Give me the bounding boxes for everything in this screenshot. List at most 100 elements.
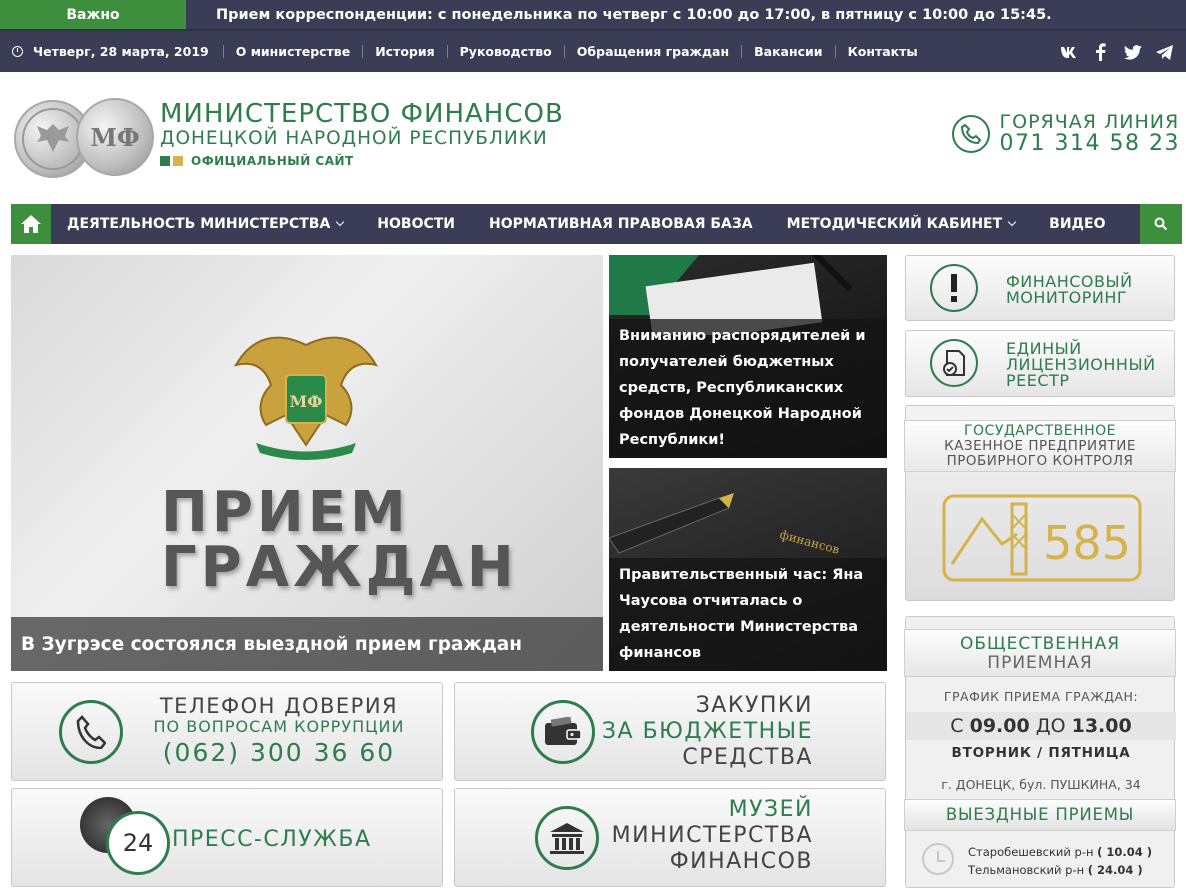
procurement-banner[interactable]: ЗАКУПКИ ЗА БЮДЖЕТНЫЕ СРЕДСТВА bbox=[454, 682, 886, 781]
wallet-icon bbox=[531, 700, 595, 764]
chevron-down-icon bbox=[1007, 217, 1017, 227]
schedule-hours: С 09.00 ДО 13.00 bbox=[906, 712, 1176, 740]
nav-methodology[interactable]: МЕТОДИЧЕСКИЙ КАБИНЕТ bbox=[770, 216, 1033, 232]
nav-methodology-label: МЕТОДИЧЕСКИЙ КАБИНЕТ bbox=[786, 216, 1003, 232]
monitoring-line-2: МОНИТОРИНГ bbox=[1006, 288, 1128, 307]
chevron-down-icon bbox=[336, 217, 345, 227]
news-card-2[interactable]: финансов Правительственный час: Яна Чаус… bbox=[609, 468, 887, 671]
mf-coin: МФ bbox=[76, 98, 154, 176]
top-bar: Четверг, 28 марта, 2019 О министерстве И… bbox=[0, 29, 1186, 72]
news-card-1[interactable]: Вниманию распорядителей и получателей бю… bbox=[609, 255, 887, 458]
reception-title-2: ПРИЕМНАЯ bbox=[987, 653, 1093, 673]
hero-slide[interactable]: МФ ПРИЕМ ГРАЖДАН В Зугрэсе состоялся вые… bbox=[11, 255, 603, 671]
nav-activities[interactable]: ДЕЯТЕЛЬНОСТЬ МИНИСТЕРСТВА bbox=[51, 216, 360, 232]
field-district: Тельмановский р-н bbox=[968, 863, 1085, 877]
museum-line-1: МУЗЕЙ bbox=[728, 797, 813, 822]
museum-line-3: ФИНАНСОВ bbox=[669, 849, 813, 874]
trust-line-2: ПО ВОПРОСАМ КОРРУПЦИИ bbox=[153, 717, 405, 736]
schedule-start: 09.00 bbox=[969, 715, 1030, 737]
field-reception-list: Старобешевский р-н ( 10.04 ) Тельмановск… bbox=[968, 843, 1152, 879]
trust-phone[interactable]: (062) 300 36 60 bbox=[134, 737, 424, 769]
svg-text:финансов: финансов bbox=[778, 527, 841, 556]
schedule-from: С bbox=[950, 715, 964, 737]
procurement-line-2: ЗА БЮДЖЕТНЫЕ bbox=[601, 719, 813, 744]
procurement-line-1: ЗАКУПКИ bbox=[695, 693, 813, 718]
field-date: ( 10.04 ) bbox=[1097, 845, 1153, 859]
top-nav-history[interactable]: История bbox=[362, 45, 446, 58]
ministry-title: МИНИСТЕРСТВО ФИНАНСОВ bbox=[160, 99, 564, 129]
field-date: ( 24.04 ) bbox=[1087, 863, 1143, 877]
field-district: Старобешевский р-н bbox=[968, 845, 1094, 859]
schedule-to: ДО bbox=[1035, 715, 1066, 737]
ticker-text[interactable]: Прием корреспонденции: с понедельника по… bbox=[186, 7, 1052, 23]
home-icon bbox=[21, 215, 41, 233]
home-button[interactable] bbox=[11, 204, 51, 244]
nav-activities-label: ДЕЯТЕЛЬНОСТЬ МИНИСТЕРСТВА bbox=[67, 216, 331, 232]
news-card-2-caption: Правительственный час: Яна Чаусова отчит… bbox=[609, 558, 887, 671]
clock-icon bbox=[12, 46, 23, 57]
hotline-number[interactable]: 071 314 58 23 bbox=[1000, 132, 1180, 156]
top-nav-leadership[interactable]: Руководство bbox=[446, 45, 564, 58]
schedule-end: 13.00 bbox=[1071, 715, 1132, 737]
vk-icon[interactable] bbox=[1060, 43, 1078, 61]
top-nav-appeals[interactable]: Обращения граждан bbox=[563, 45, 741, 58]
assay-control-banner[interactable]: ГОСУДАРСТВЕННОЕ КАЗЕННОЕ ПРЕДПРИЯТИЕ ПРО… bbox=[904, 405, 1176, 601]
assay-585-logo-icon: 585 bbox=[942, 494, 1142, 582]
search-icon bbox=[1154, 217, 1168, 231]
top-nav-contacts[interactable]: Контакты bbox=[834, 45, 930, 58]
alert-icon bbox=[930, 264, 978, 312]
phone-icon bbox=[59, 700, 123, 764]
license-registry-banner[interactable]: ЕДИНЫЙ ЛИЦЕНЗИОННЫЙ РЕЕСТР bbox=[905, 330, 1175, 397]
document-check-icon bbox=[930, 339, 978, 387]
registry-line-3: РЕЕСТР bbox=[1006, 371, 1070, 390]
press-service-banner[interactable]: 24 ПРЕСС-СЛУЖБА bbox=[11, 788, 443, 887]
current-date: Четверг, 28 марта, 2019 bbox=[0, 44, 209, 59]
search-button[interactable] bbox=[1140, 204, 1182, 244]
nav-legal-base[interactable]: НОРМАТИВНАЯ ПРАВОВАЯ БАЗА bbox=[472, 216, 770, 232]
brand-block: МИНИСТЕРСТВО ФИНАНСОВ ДОНЕЦКОЙ НАРОДНОЙ … bbox=[160, 100, 564, 168]
site-header: МФ МИНИСТЕРСТВО ФИНАНСОВ ДОНЕЦКОЙ НАРОДН… bbox=[0, 72, 1186, 204]
trust-line-1: ТЕЛЕФОН ДОВЕРИЯ bbox=[159, 694, 399, 718]
reception-address: г. ДОНЕЦК, бул. ПУШКИНА, 34 bbox=[941, 777, 1141, 792]
museum-banner[interactable]: МУЗЕЙ МИНИСТЕРСТВА ФИНАНСОВ bbox=[454, 788, 886, 887]
field-item[interactable]: Тельмановский р-н ( 24.04 ) bbox=[968, 861, 1152, 879]
procurement-line-3: СРЕДСТВА bbox=[682, 745, 813, 770]
museum-building-icon bbox=[535, 806, 599, 870]
facebook-icon[interactable] bbox=[1092, 43, 1110, 61]
important-ticker: Важно Прием корреспонденции: с понедельн… bbox=[0, 0, 1186, 29]
assay-line-2: КАЗЕННОЕ ПРЕДПРИЯТИЕ bbox=[944, 438, 1136, 454]
nav-video[interactable]: ВИДЕО bbox=[1032, 216, 1122, 232]
press-24-badge: 24 bbox=[106, 811, 170, 875]
social-links bbox=[1060, 43, 1174, 61]
press-service-label: ПРЕСС-СЛУЖБА bbox=[172, 827, 372, 852]
official-site-label: ОФИЦИАЛЬНЫЙ САЙТ bbox=[191, 154, 354, 168]
twitter-icon[interactable] bbox=[1124, 43, 1142, 61]
hero-caption[interactable]: В Зугрэсе состоялся выездной прием гражд… bbox=[11, 617, 603, 671]
official-site-tag: ОФИЦИАЛЬНЫЙ САЙТ bbox=[160, 154, 564, 168]
ministry-logo[interactable]: МФ bbox=[14, 98, 154, 178]
schedule-days: ВТОРНИК / ПЯТНИЦА bbox=[951, 745, 1131, 761]
assay-line-1: ГОСУДАРСТВЕННОЕ bbox=[963, 423, 1117, 439]
gold-square-icon bbox=[173, 156, 183, 166]
trust-phone-banner[interactable]: ТЕЛЕФОН ДОВЕРИЯ ПО ВОПРОСАМ КОРРУПЦИИ (0… bbox=[11, 682, 443, 781]
svg-text:МФ: МФ bbox=[290, 392, 323, 411]
top-nav-vacancies[interactable]: Вакансии bbox=[741, 45, 834, 58]
hotline[interactable]: ГОРЯЧАЯ ЛИНИЯ 071 314 58 23 bbox=[951, 111, 1180, 156]
hotline-label: ГОРЯЧАЯ ЛИНИЯ bbox=[999, 111, 1180, 133]
financial-monitoring-banner[interactable]: ФИНАНСОВЫЙ МОНИТОРИНГ bbox=[905, 255, 1175, 321]
field-item[interactable]: Старобешевский р-н ( 10.04 ) bbox=[968, 843, 1152, 861]
museum-line-2: МИНИСТЕРСТВА bbox=[611, 823, 813, 848]
field-reception-title: ВЫЕЗДНЫЕ ПРИЕМЫ bbox=[904, 799, 1176, 831]
main-nav: ДЕЯТЕЛЬНОСТЬ МИНИСТЕРСТВА НОВОСТИ НОРМАТ… bbox=[11, 204, 1182, 244]
pen-photo: финансов bbox=[609, 493, 841, 557]
telegram-icon[interactable] bbox=[1156, 43, 1174, 61]
top-nav-about[interactable]: О министерстве bbox=[222, 45, 362, 58]
public-reception-panel: ОБЩЕСТВЕННАЯ ПРИЕМНАЯ ГРАФИК ПРИЕМА ГРАЖ… bbox=[904, 616, 1176, 888]
date-text: Четверг, 28 марта, 2019 bbox=[33, 44, 209, 59]
clock-icon bbox=[922, 843, 954, 875]
green-square-icon bbox=[160, 156, 170, 166]
ministry-subtitle: ДОНЕЦКОЙ НАРОДНОЙ РЕСПУБЛИКИ bbox=[160, 128, 548, 149]
svg-text:585: 585 bbox=[1043, 516, 1131, 570]
nav-news[interactable]: НОВОСТИ bbox=[360, 216, 472, 232]
ticker-tag: Важно bbox=[0, 0, 186, 29]
